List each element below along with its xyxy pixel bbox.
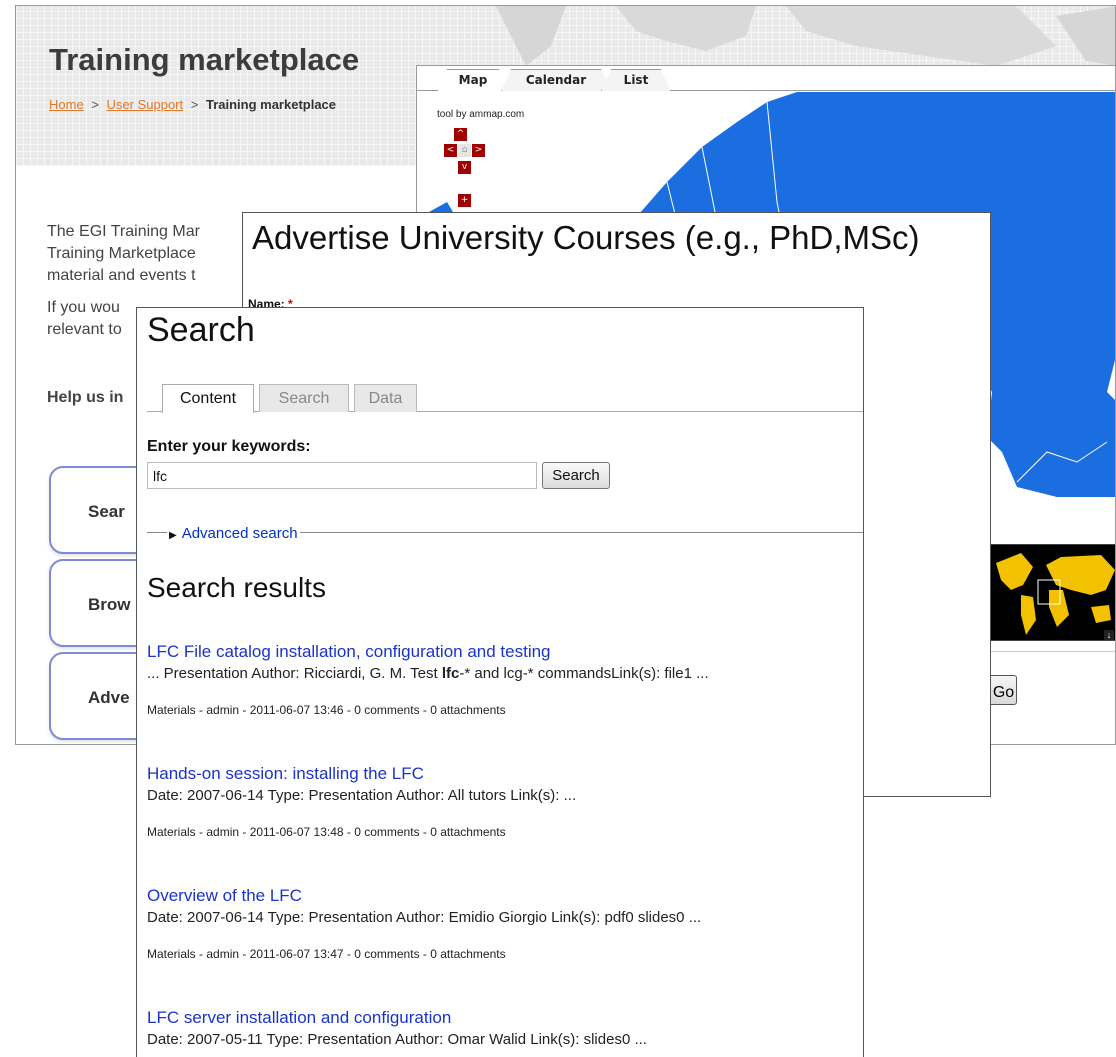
pan-up-icon[interactable]: ^ bbox=[454, 128, 467, 141]
advanced-search-label: Advanced search bbox=[181, 525, 298, 542]
intro-line: If you wou bbox=[47, 299, 120, 316]
breadcrumb: Home > User Support > Training marketpla… bbox=[49, 97, 336, 112]
tab-content[interactable]: Content bbox=[162, 384, 254, 413]
keywords-input[interactable] bbox=[147, 462, 537, 489]
search-result: LFC server installation and configuratio… bbox=[147, 1007, 857, 1051]
help-text: Help us in bbox=[47, 389, 124, 406]
search-tab-bar: Content Search Data bbox=[147, 384, 863, 413]
pan-down-icon[interactable]: v bbox=[458, 161, 471, 174]
map-tab-bar: Map Calendar List bbox=[417, 66, 1115, 91]
result-meta: Materials - admin - 2011-06-07 13:47 - 0… bbox=[147, 947, 506, 961]
result-title-link[interactable]: Hands-on session: installing the LFC bbox=[147, 763, 857, 785]
advanced-search-toggle[interactable]: ▶ Advanced search bbox=[167, 525, 300, 542]
home-icon[interactable]: ⌂ bbox=[458, 144, 471, 157]
intro-line: The EGI Training Mar bbox=[47, 223, 200, 240]
tab-list[interactable]: List bbox=[601, 69, 671, 91]
result-meta: Materials - admin - 2011-06-07 13:48 - 0… bbox=[147, 825, 506, 839]
tab-data[interactable]: Data bbox=[354, 384, 417, 412]
intro-line: material and events t bbox=[47, 267, 196, 284]
search-result: Overview of the LFC Date: 2007-06-14 Typ… bbox=[147, 885, 857, 961]
map-overview[interactable]: ↓ bbox=[990, 544, 1115, 641]
result-meta: Materials - admin - 2011-06-07 13:46 - 0… bbox=[147, 703, 506, 717]
breadcrumb-current: Training marketplace bbox=[205, 97, 337, 112]
result-title-link[interactable]: Overview of the LFC bbox=[147, 885, 857, 907]
intro-line: relevant to bbox=[47, 321, 122, 338]
page-title: Search bbox=[147, 311, 255, 349]
tab-search[interactable]: Search bbox=[259, 384, 349, 412]
search-result: Hands-on session: installing the LFC Dat… bbox=[147, 763, 857, 839]
tab-calendar[interactable]: Calendar bbox=[501, 69, 611, 91]
search-page: Search Content Search Data Enter your ke… bbox=[136, 307, 864, 1057]
keywords-label: Enter your keywords: bbox=[147, 438, 311, 455]
tab-map[interactable]: Map bbox=[437, 69, 509, 91]
expand-triangle-icon: ▶ bbox=[169, 530, 177, 541]
breadcrumb-separator: > bbox=[190, 97, 199, 112]
form-title: Advertise University Courses (e.g., PhD,… bbox=[252, 219, 920, 256]
pan-left-icon[interactable]: < bbox=[444, 144, 457, 157]
result-title-link[interactable]: LFC server installation and configuratio… bbox=[147, 1007, 857, 1029]
button-label: Adve bbox=[88, 688, 130, 707]
result-snippet: Date: 2007-05-11 Type: Presentation Auth… bbox=[147, 1031, 647, 1048]
result-snippet: ... Presentation Author: Ricciardi, G. M… bbox=[147, 665, 709, 682]
search-button[interactable]: Search bbox=[542, 462, 610, 489]
breadcrumb-separator: > bbox=[91, 97, 99, 112]
button-label: Brow bbox=[88, 595, 131, 614]
search-result: LFC File catalog installation, configura… bbox=[147, 641, 857, 717]
zoom-in-icon[interactable]: + bbox=[458, 194, 471, 207]
pan-right-icon[interactable]: > bbox=[472, 144, 485, 157]
breadcrumb-user-support-link[interactable]: User Support bbox=[107, 97, 184, 112]
breadcrumb-home-link[interactable]: Home bbox=[49, 97, 84, 112]
page-title: Training marketplace bbox=[49, 42, 360, 77]
results-heading: Search results bbox=[147, 572, 326, 603]
result-title-link[interactable]: LFC File catalog installation, configura… bbox=[147, 641, 857, 663]
button-label: Sear bbox=[88, 502, 125, 521]
result-snippet: Date: 2007-06-14 Type: Presentation Auth… bbox=[147, 787, 577, 804]
scroll-down-icon[interactable]: ↓ bbox=[1104, 630, 1114, 640]
result-snippet: Date: 2007-06-14 Type: Presentation Auth… bbox=[147, 909, 702, 926]
map-credit: tool by ammap.com bbox=[437, 109, 525, 120]
intro-line: Training Marketplace bbox=[47, 245, 196, 262]
